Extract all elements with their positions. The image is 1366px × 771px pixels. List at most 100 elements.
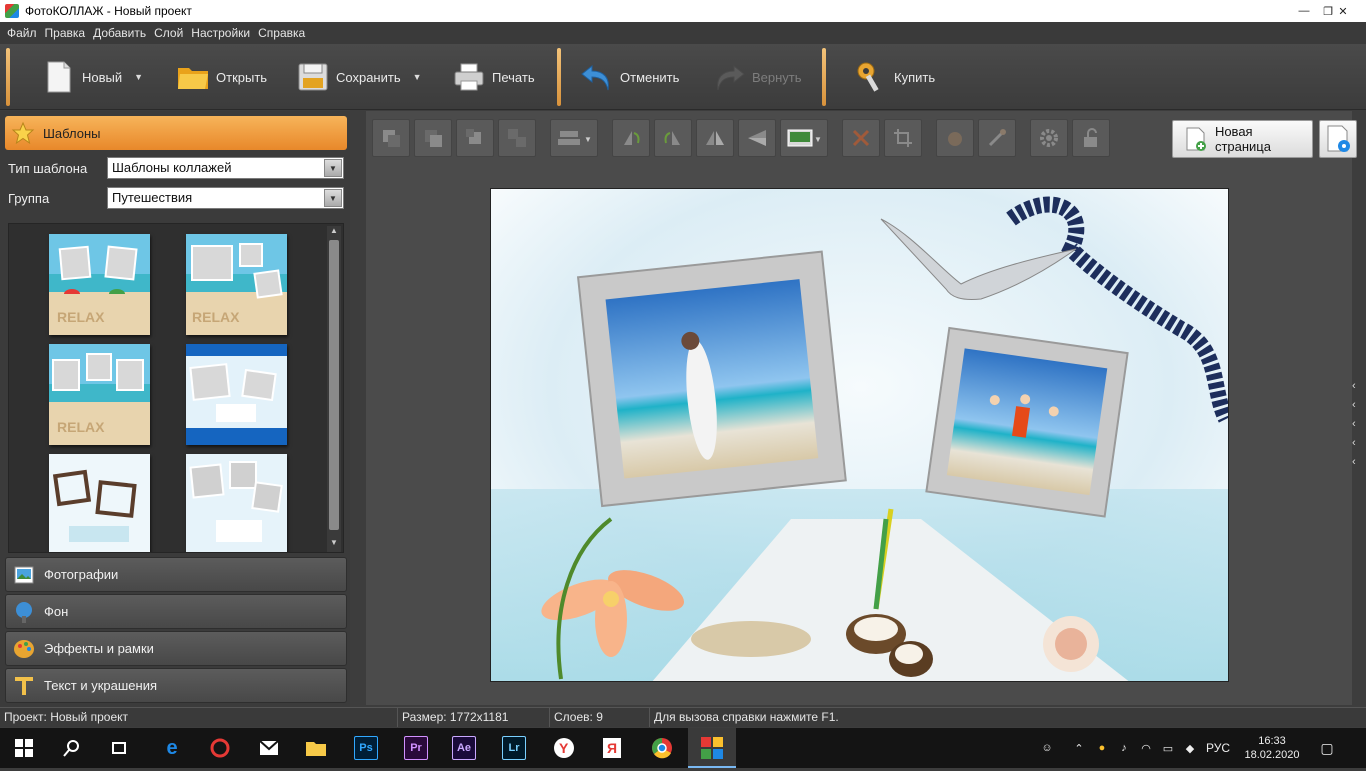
tool-app-icon[interactable] [208,736,232,760]
new-page-button[interactable]: Новая страница [1172,120,1313,158]
crop-button[interactable] [884,119,922,157]
chevron-left-icon[interactable]: ‹ [1352,380,1366,399]
toolbar-separator [6,48,10,106]
notification-icon[interactable]: ▢ [1309,740,1345,757]
lightroom-icon[interactable]: Lr [502,736,526,760]
task-view-icon[interactable] [107,736,131,760]
template-thumbnail[interactable]: RELAX [49,234,150,335]
thumb-relax-text: RELAX [192,309,240,325]
flip-vertical-button[interactable] [738,119,776,157]
menu-settings[interactable]: Настройки [190,26,257,40]
template-thumbnail[interactable]: RELAX [49,344,150,445]
chevron-up-icon[interactable]: ⌃ [1067,742,1091,755]
group-select[interactable]: Путешествия ▼ [107,187,344,209]
save-button[interactable]: Сохранить ▼ [296,54,422,100]
bring-forward-button[interactable] [414,119,452,157]
effects-button[interactable] [936,119,974,157]
delete-button[interactable] [842,119,880,157]
send-to-back-button[interactable] [498,119,536,157]
fit-button[interactable]: ▼ [780,119,828,157]
open-button[interactable]: Открыть [176,54,267,100]
yandex-disk-icon[interactable]: ● [1091,742,1113,754]
chevron-left-icon[interactable]: ‹ [1352,456,1366,475]
after-effects-icon[interactable]: Ae [452,736,476,760]
template-thumbnail[interactable] [186,454,287,552]
templates-section-header[interactable]: Шаблоны [5,116,347,150]
gallery-scrollbar[interactable]: ▲ ▼ [327,226,341,552]
flip-horizontal-button[interactable] [696,119,734,157]
chevron-down-icon[interactable]: ▼ [324,159,342,177]
collage-canvas[interactable] [490,188,1229,682]
redo-button[interactable]: Вернуть [712,54,802,100]
toolbar-separator [557,48,561,106]
template-thumbnail[interactable] [49,454,150,552]
rotate-left-button[interactable] [612,119,650,157]
status-project: Проект: Новый проект [0,708,398,727]
people-icon[interactable]: ☺ [1035,742,1059,754]
new-button[interactable]: Новый ▼ [42,54,143,100]
battery-icon[interactable]: ▭ [1157,742,1179,755]
undo-button[interactable]: Отменить [580,54,679,100]
chevron-left-icon[interactable]: ‹ [1352,399,1366,418]
menu-help[interactable]: Справка [257,26,312,40]
template-thumbnail[interactable] [186,344,287,445]
background-section-header[interactable]: Фон [5,594,347,629]
chevron-down-icon[interactable]: ▼ [324,189,342,207]
text-section-header[interactable]: Текст и украшения [5,668,347,703]
yandex-icon[interactable]: Я [600,736,624,760]
search-icon[interactable] [60,736,84,760]
print-button[interactable]: Печать [452,54,535,100]
yandex-browser-icon[interactable]: Y [552,736,576,760]
template-thumbnail[interactable]: RELAX [186,234,287,335]
fotocollage-app-icon [701,737,723,759]
chevron-left-icon[interactable]: ‹ [1352,437,1366,456]
properties-button[interactable] [1030,119,1068,157]
chrome-icon[interactable] [650,736,674,760]
rotate-right-button[interactable] [654,119,692,157]
file-explorer-icon[interactable] [304,736,328,760]
lock-button[interactable] [1072,119,1110,157]
language-indicator[interactable]: РУС [1201,741,1235,755]
fotocollage-taskbar-button[interactable] [688,728,736,768]
new-page-label: Новая страница [1214,124,1271,154]
flip-horizontal-icon [706,131,724,145]
layer-front-icon [383,130,400,147]
page-settings-button[interactable] [1319,120,1357,158]
buy-button[interactable]: Купить [854,54,935,100]
photoshop-icon[interactable]: Ps [354,736,378,760]
menu-file[interactable]: Файл [6,26,44,40]
scroll-down-icon[interactable]: ▼ [327,538,341,547]
clock[interactable]: 16:33 18.02.2020 [1235,734,1309,762]
close-button[interactable]: ✕ [1320,0,1366,22]
mail-icon[interactable] [257,736,281,760]
premiere-icon[interactable]: Pr [404,736,428,760]
bring-to-front-button[interactable] [372,119,410,157]
new-dropdown-icon[interactable]: ▼ [134,72,143,82]
menu-layer[interactable]: Слой [153,26,190,40]
app-icon [5,4,19,18]
chevron-left-icon[interactable]: ‹ [1352,418,1366,437]
photo-icon [14,566,34,583]
dropbox-icon[interactable]: ◆ [1179,742,1201,755]
volume-icon[interactable]: ♪ [1113,742,1135,754]
save-dropdown-icon[interactable]: ▼ [413,72,422,82]
menu-add[interactable]: Добавить [92,26,153,40]
rotate-left-icon [624,131,640,145]
scroll-up-icon[interactable]: ▲ [327,226,341,235]
network-icon[interactable]: ◠ [1135,742,1157,755]
group-value: Путешествия [112,190,193,205]
photos-section-header[interactable]: Фотографии [5,557,347,592]
menu-edit[interactable]: Правка [44,26,93,40]
save-label: Сохранить [336,69,401,85]
templates-label: Шаблоны [43,125,101,141]
windows-start-icon[interactable] [12,736,36,760]
send-backward-button[interactable] [456,119,494,157]
image-fit-icon: ▼ [787,129,822,147]
collage-artwork [491,189,1228,681]
scrollbar-thumb[interactable] [329,240,339,530]
edge-browser-icon[interactable]: e [160,736,184,760]
effects-section-header[interactable]: Эффекты и рамки [5,631,347,666]
brush-button[interactable] [978,119,1016,157]
template-type-select[interactable]: Шаблоны коллажей ▼ [107,157,344,179]
align-button[interactable]: ▼ [550,119,598,157]
